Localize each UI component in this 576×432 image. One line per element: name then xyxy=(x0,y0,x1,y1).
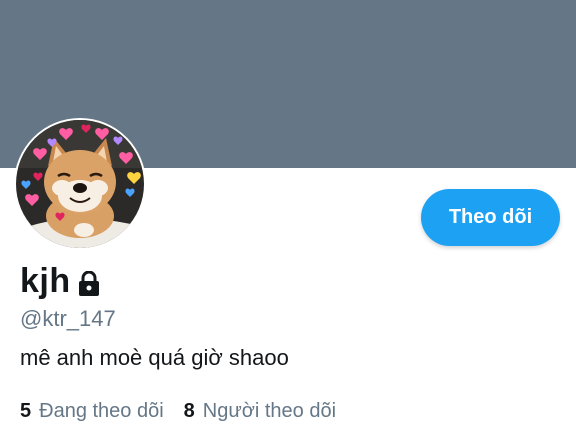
profile-bio: mê anh moè quá giờ shaoo xyxy=(20,345,289,370)
following-label: Đang theo dõi xyxy=(39,400,164,422)
lock-icon xyxy=(77,270,101,297)
avatar[interactable] xyxy=(14,118,146,250)
profile-handle: @ktr_147 xyxy=(20,306,116,331)
avatar-image xyxy=(16,120,144,248)
following-count: 5 xyxy=(20,400,32,422)
display-name: kjh xyxy=(20,262,71,300)
follow-button[interactable]: Theo dõi xyxy=(421,189,560,246)
followers-stat[interactable]: 8 Người theo dõi xyxy=(184,400,336,423)
profile-name-row: kjh xyxy=(20,262,101,301)
following-stat[interactable]: 5 Đang theo dõi xyxy=(20,400,164,423)
followers-count: 8 xyxy=(183,400,195,422)
profile-stats: 5 Đang theo dõi 8 Người theo dõi xyxy=(20,400,336,423)
profile-page: Theo dõi kjh @ktr_147 mê anh moè quá giờ… xyxy=(0,0,576,432)
followers-label: Người theo dõi xyxy=(202,400,337,422)
